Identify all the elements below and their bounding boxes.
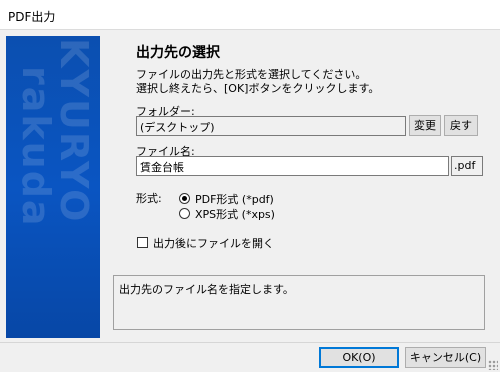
instruction-line-1: ファイルの出力先と形式を選択してください。: [136, 68, 367, 81]
banner-watermark-kyuryo: KYURYO: [52, 38, 96, 224]
title-bar: PDF出力: [0, 0, 500, 30]
button-bar: OK(O) キャンセル(C): [0, 342, 500, 372]
page-title: 出力先の選択: [136, 45, 220, 61]
format-pdf-radio[interactable]: [179, 193, 190, 204]
filename-extension: .pdf: [451, 156, 483, 176]
instruction-line-2: 選択し終えたら、[OK]ボタンをクリックします。: [136, 82, 380, 95]
open-after-label[interactable]: 出力後にファイルを開く: [153, 235, 274, 251]
format-xps-radio[interactable]: [179, 208, 190, 219]
hint-panel: 出力先のファイル名を指定します。: [113, 275, 485, 330]
resize-grip[interactable]: [488, 360, 498, 370]
window-title: PDF出力: [8, 10, 56, 24]
change-folder-button[interactable]: 変更: [409, 115, 441, 136]
ok-button[interactable]: OK(O): [319, 347, 399, 368]
reset-folder-button[interactable]: 戻す: [444, 115, 478, 136]
format-pdf-label[interactable]: PDF形式 (*pdf): [195, 191, 274, 207]
brand-banner: KYURYO rakuda: [6, 36, 100, 338]
banner-watermark-rakuda: rakuda: [14, 66, 58, 228]
open-after-checkbox[interactable]: [137, 237, 148, 248]
radio-selected-dot: [182, 196, 187, 201]
hint-text: 出力先のファイル名を指定します。: [119, 283, 294, 296]
cancel-button[interactable]: キャンセル(C): [405, 347, 486, 368]
instructions: ファイルの出力先と形式を選択してください。 選択し終えたら、[OK]ボタンをクリ…: [136, 68, 476, 96]
filename-input[interactable]: 賃金台帳: [136, 156, 449, 176]
format-xps-label[interactable]: XPS形式 (*xps): [195, 206, 275, 222]
folder-field: (デスクトップ): [136, 116, 406, 136]
format-label: 形式:: [136, 192, 162, 205]
